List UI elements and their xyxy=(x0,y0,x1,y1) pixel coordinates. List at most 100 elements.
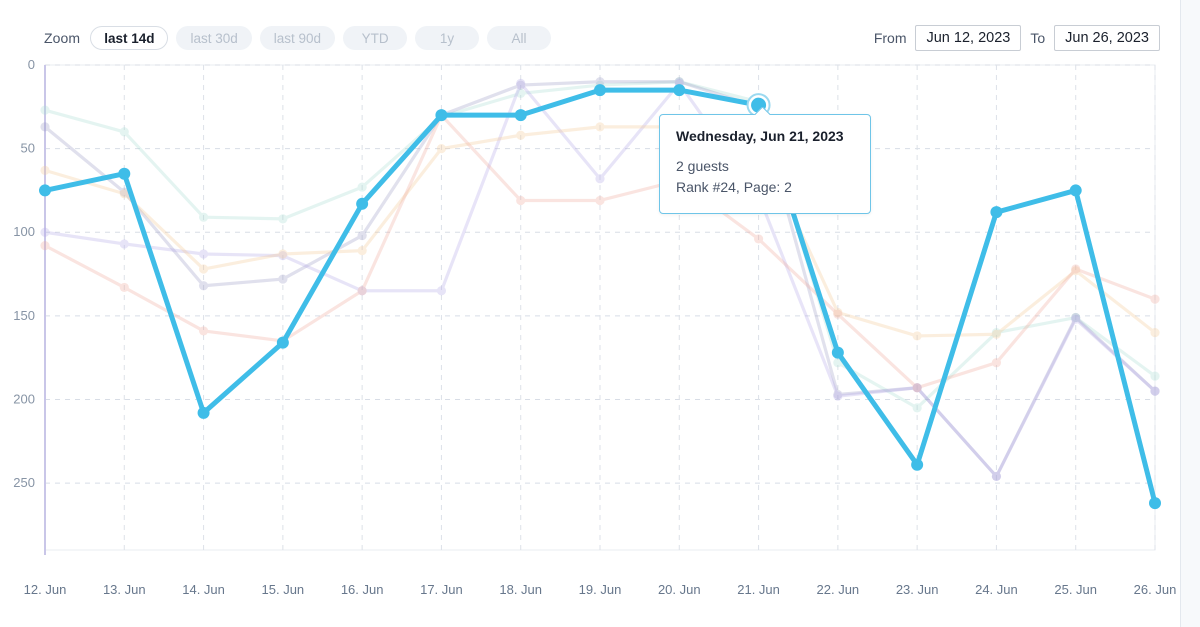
data-point[interactable] xyxy=(198,249,209,259)
tooltip-arrow-icon xyxy=(754,107,770,115)
panel-right-edge xyxy=(1180,0,1200,627)
data-point[interactable] xyxy=(118,167,131,180)
data-point[interactable] xyxy=(198,326,209,336)
chart-toolbar: Zoom last 14d last 30d last 90d YTD 1y A… xyxy=(0,0,1180,58)
data-point[interactable] xyxy=(912,383,922,393)
data-point[interactable] xyxy=(198,264,209,274)
x-axis-tick-label: 24. Jun xyxy=(975,582,1018,597)
x-axis-tick-label: 16. Jun xyxy=(341,582,384,597)
data-point[interactable] xyxy=(40,227,50,237)
data-point[interactable] xyxy=(673,84,686,97)
data-point[interactable] xyxy=(833,391,843,401)
x-axis-tick-label: 17. Jun xyxy=(420,582,463,597)
data-point[interactable] xyxy=(595,174,605,184)
zoom-button-1y[interactable]: 1y xyxy=(415,26,480,50)
data-point[interactable] xyxy=(1071,264,1081,274)
data-point[interactable] xyxy=(278,214,288,224)
chart-tooltip: Wednesday, Jun 21, 2023 2 guests Rank #2… xyxy=(659,114,871,214)
data-point[interactable] xyxy=(278,249,288,259)
data-point[interactable] xyxy=(990,206,1003,219)
data-point[interactable] xyxy=(514,109,527,122)
data-point[interactable] xyxy=(831,346,844,359)
data-point[interactable] xyxy=(356,197,369,210)
data-point[interactable] xyxy=(912,331,922,341)
zoom-button-ytd[interactable]: YTD xyxy=(343,26,408,50)
data-point[interactable] xyxy=(436,144,447,154)
zoom-button-all[interactable]: All xyxy=(487,26,552,50)
data-point[interactable] xyxy=(912,403,922,413)
data-point[interactable] xyxy=(833,309,843,319)
data-point[interactable] xyxy=(357,230,367,241)
data-point[interactable] xyxy=(40,165,50,175)
data-point[interactable] xyxy=(516,78,526,88)
date-range-group: From Jun 12, 2023 To Jun 26, 2023 xyxy=(874,25,1160,51)
data-point[interactable] xyxy=(40,241,50,251)
data-point[interactable] xyxy=(197,406,210,419)
x-axis-tick-label: 22. Jun xyxy=(817,582,860,597)
data-point[interactable] xyxy=(516,195,526,206)
to-label: To xyxy=(1030,30,1046,46)
zoom-button-last-90d[interactable]: last 90d xyxy=(259,26,336,50)
data-point[interactable] xyxy=(198,281,209,291)
data-point[interactable] xyxy=(516,130,526,140)
data-point[interactable] xyxy=(595,122,605,132)
data-point[interactable] xyxy=(1150,386,1160,396)
y-axis-tick-label: 150 xyxy=(13,308,35,323)
data-point[interactable] xyxy=(991,329,1002,339)
x-axis-tick-label: 21. Jun xyxy=(737,582,780,597)
data-point[interactable] xyxy=(991,358,1002,368)
x-axis-tick-label: 13. Jun xyxy=(103,582,146,597)
tooltip-title: Wednesday, Jun 21, 2023 xyxy=(676,128,844,144)
x-axis-tick-label: 18. Jun xyxy=(499,582,542,597)
zoom-button-last-14d[interactable]: last 14d xyxy=(90,26,169,50)
data-point[interactable] xyxy=(991,471,1002,482)
data-point[interactable] xyxy=(435,109,448,122)
x-axis-tick-label: 26. Jun xyxy=(1134,582,1177,597)
zoom-label: Zoom xyxy=(44,30,81,46)
chart-area[interactable]: 0 50 100 150 200 250 12. Jun 13. Jun 14. Jun 15. … xyxy=(0,55,1180,627)
y-axis-tick-label: 50 xyxy=(21,141,35,156)
x-axis-tick-label: 25. Jun xyxy=(1054,582,1097,597)
data-point[interactable] xyxy=(1150,294,1160,304)
y-axis-tick-label: 0 xyxy=(28,57,35,72)
y-axis-tick-label: 100 xyxy=(13,224,35,239)
data-point[interactable] xyxy=(198,212,209,222)
x-axis-tick-label: 19. Jun xyxy=(579,582,622,597)
data-point[interactable] xyxy=(595,195,605,206)
data-point[interactable] xyxy=(39,184,51,197)
data-point[interactable] xyxy=(1071,314,1081,324)
data-point[interactable] xyxy=(276,336,289,349)
x-axis-tick-label: 14. Jun xyxy=(182,582,225,597)
data-point[interactable] xyxy=(911,458,924,471)
to-date-input[interactable]: Jun 26, 2023 xyxy=(1054,25,1160,51)
tooltip-rank-page: Rank #24, Page: 2 xyxy=(676,179,792,195)
data-point[interactable] xyxy=(119,239,129,249)
zoom-range-group: Zoom last 14d last 30d last 90d YTD 1y A… xyxy=(44,26,552,50)
x-axis-tick-label: 15. Jun xyxy=(262,582,305,597)
tooltip-guests: 2 guests xyxy=(676,158,729,174)
data-point[interactable] xyxy=(40,105,50,115)
data-point[interactable] xyxy=(40,122,50,132)
data-point[interactable] xyxy=(357,286,367,296)
zoom-button-last-30d[interactable]: last 30d xyxy=(176,26,252,50)
from-date-input[interactable]: Jun 12, 2023 xyxy=(915,25,1022,51)
data-point[interactable] xyxy=(119,282,129,293)
rank-tracker-chart-panel: Zoom last 14d last 30d last 90d YTD 1y A… xyxy=(0,0,1200,627)
x-axis-tick-label: 23. Jun xyxy=(896,582,939,597)
y-axis-tick-label: 250 xyxy=(13,475,35,490)
rank-line-chart[interactable]: 0 50 100 150 200 250 12. Jun 13. Jun 14. Jun 15. … xyxy=(0,55,1180,627)
data-point[interactable] xyxy=(1150,371,1160,381)
data-point[interactable] xyxy=(753,234,764,244)
data-point[interactable] xyxy=(357,182,367,192)
x-axis-tick-label: 20. Jun xyxy=(658,582,701,597)
data-point[interactable] xyxy=(278,274,288,284)
data-point[interactable] xyxy=(594,84,606,97)
x-axis-tick-label: 12. Jun xyxy=(24,582,67,597)
data-point[interactable] xyxy=(119,127,129,137)
data-point[interactable] xyxy=(1150,327,1160,338)
data-point[interactable] xyxy=(1069,184,1082,197)
data-point[interactable] xyxy=(357,246,367,256)
y-axis-tick-label: 200 xyxy=(13,391,35,406)
data-point[interactable] xyxy=(436,286,447,296)
data-point[interactable] xyxy=(1149,497,1161,510)
